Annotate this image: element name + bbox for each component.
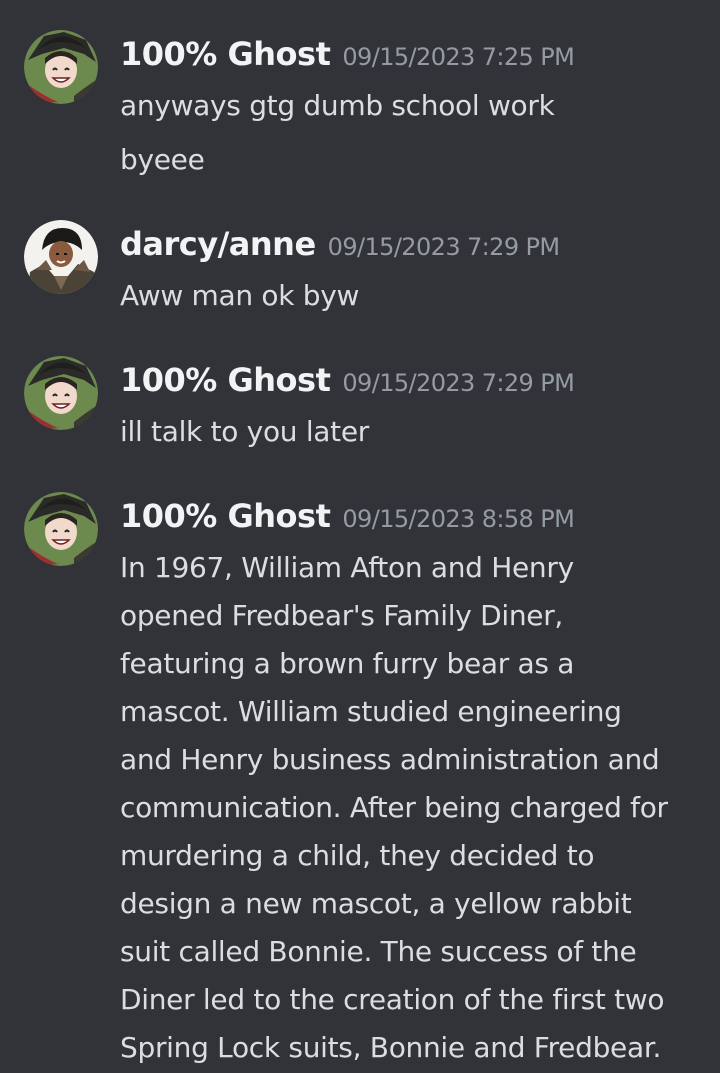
message-header: darcy/anne 09/15/2023 7:29 PM bbox=[120, 220, 560, 274]
message-line: Diner led to the creation of the first t… bbox=[120, 983, 665, 1016]
timestamp: 09/15/2023 7:29 PM bbox=[327, 233, 560, 261]
message-line: and Henry business administration and bbox=[120, 743, 660, 776]
message-line: murdering a child, they decided to bbox=[120, 839, 595, 872]
username[interactable]: 100% Ghost bbox=[120, 497, 331, 535]
message-header: 100% Ghost 09/15/2023 8:58 PM bbox=[120, 492, 575, 546]
message-line: Aww man ok byw bbox=[120, 279, 360, 312]
message-content: anyways gtg dumb school work byeee bbox=[120, 82, 710, 184]
message-line: mascot. William studied engineering bbox=[120, 695, 622, 728]
timestamp: 09/15/2023 7:29 PM bbox=[342, 369, 575, 397]
username[interactable]: 100% Ghost bbox=[120, 361, 331, 399]
message-header: 100% Ghost 09/15/2023 7:29 PM bbox=[120, 356, 575, 410]
message-content: Aww man ok byw bbox=[120, 272, 710, 320]
timestamp: 09/15/2023 7:25 PM bbox=[342, 43, 575, 71]
message-header: 100% Ghost 09/15/2023 7:25 PM bbox=[120, 30, 575, 84]
message-content: ill talk to you later bbox=[120, 408, 710, 456]
message-line: anyways gtg dumb school work bbox=[120, 89, 555, 122]
username[interactable]: 100% Ghost bbox=[120, 35, 331, 73]
message-line: Spring Lock suits, Bonnie and Fredbear. bbox=[120, 1031, 662, 1064]
username[interactable]: darcy/anne bbox=[120, 225, 316, 263]
ghost-avatar-icon[interactable] bbox=[24, 492, 98, 566]
message-line: design a new mascot, a yellow rabbit bbox=[120, 887, 632, 920]
message-line: ill talk to you later bbox=[120, 415, 369, 448]
message-line: communication. After being charged for bbox=[120, 791, 668, 824]
ghost-avatar-icon[interactable] bbox=[24, 356, 98, 430]
message-line: featuring a brown furry bear as a bbox=[120, 647, 575, 680]
message-line: suit called Bonnie. The success of the bbox=[120, 935, 637, 968]
message-line: byeee bbox=[120, 143, 205, 176]
message-content: In 1967, William Afton and Henry opened … bbox=[120, 544, 710, 1072]
darcy-avatar-icon[interactable] bbox=[24, 220, 98, 294]
message-line: opened Fredbear's Family Diner, bbox=[120, 599, 564, 632]
message-line: In 1967, William Afton and Henry bbox=[120, 551, 574, 584]
timestamp: 09/15/2023 8:58 PM bbox=[342, 505, 575, 533]
ghost-avatar-icon[interactable] bbox=[24, 30, 98, 104]
